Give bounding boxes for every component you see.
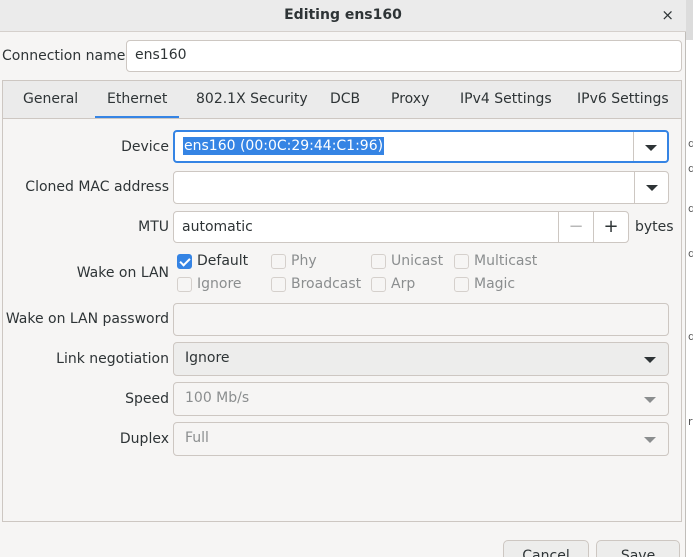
cloned-mac-combo[interactable] (173, 171, 669, 204)
connection-name-input[interactable]: ens160 (126, 40, 682, 72)
wol-password-input[interactable] (173, 303, 669, 336)
link-negotiation-value: Ignore (185, 350, 230, 366)
duplex-dropdown[interactable]: Full (173, 422, 669, 456)
wol-option-label: Broadcast (291, 276, 362, 292)
chevron-down-icon[interactable] (633, 132, 667, 161)
device-combo[interactable]: ens160 (00:0C:29:44:C1:96) (173, 130, 669, 163)
chevron-down-icon[interactable] (634, 172, 668, 203)
speed-label: Speed (125, 391, 169, 407)
wol-option-label: Unicast (391, 253, 444, 269)
checkbox-icon[interactable] (454, 254, 469, 269)
device-value[interactable]: ens160 (00:0C:29:44:C1:96) (183, 137, 385, 155)
window-title: Editing ens160 (284, 7, 402, 23)
speed-dropdown[interactable]: 100 Mb/s (173, 382, 669, 416)
duplex-label: Duplex (119, 431, 169, 447)
link-negotiation-label: Link negotiation (56, 351, 169, 367)
wol-option-label: Arp (391, 276, 416, 292)
cancel-button[interactable]: Cancel (503, 540, 589, 557)
checkbox-checked-icon[interactable] (177, 254, 192, 269)
link-negotiation-dropdown[interactable]: Ignore (173, 342, 669, 376)
edit-connection-dialog: Editing ens160 × Connection name ens160 … (0, 0, 686, 557)
background-window-text: d (688, 202, 693, 215)
tab-802-1x-security[interactable]: 802.1X Security (196, 91, 308, 107)
tab-general[interactable]: General (23, 91, 78, 107)
speed-value: 100 Mb/s (185, 390, 250, 406)
tab-proxy[interactable]: Proxy (391, 91, 429, 107)
device-label: Device (121, 139, 169, 155)
mtu-spinbutton[interactable]: automatic − + (173, 211, 629, 243)
duplex-value: Full (185, 430, 209, 446)
tab-ipv6-settings[interactable]: IPv6 Settings (577, 91, 669, 107)
tab-dcb[interactable]: DCB (330, 91, 360, 107)
wol-option-label: Magic (474, 276, 516, 292)
wol-option-label: Ignore (197, 276, 242, 292)
checkbox-icon[interactable] (454, 277, 469, 292)
background-window-text: r (688, 415, 693, 428)
cloned-mac-label: Cloned MAC address (25, 179, 169, 195)
ethernet-panel: Device ens160 (00:0C:29:44:C1:96) Cloned… (2, 118, 682, 522)
background-window-text: d (688, 330, 693, 343)
tab-bar: General Ethernet 802.1X Security DCB Pro… (2, 80, 682, 119)
checkbox-icon[interactable] (271, 254, 286, 269)
mtu-label: MTU (138, 219, 169, 235)
plus-icon[interactable]: + (593, 212, 628, 242)
wol-option-label: Multicast (474, 253, 538, 269)
mtu-value[interactable]: automatic (182, 219, 253, 235)
wol-option-label: Phy (291, 253, 317, 269)
checkbox-icon[interactable] (371, 277, 386, 292)
minus-icon[interactable]: − (558, 212, 593, 242)
tab-ipv4-settings[interactable]: IPv4 Settings (460, 91, 552, 107)
wake-on-lan-label: Wake on LAN (76, 265, 169, 281)
background-window-text: d (688, 162, 693, 175)
save-button[interactable]: Save (596, 540, 680, 557)
tab-ethernet[interactable]: Ethernet (94, 91, 180, 119)
connection-name-label: Connection name (2, 48, 126, 64)
mtu-unit: bytes (635, 219, 674, 235)
close-icon[interactable]: × (661, 6, 674, 24)
background-window-text: d (688, 137, 693, 150)
checkbox-icon[interactable] (271, 277, 286, 292)
background-window-text: d (688, 247, 693, 260)
wol-password-label: Wake on LAN password (5, 311, 169, 327)
checkbox-icon[interactable] (371, 254, 386, 269)
checkbox-icon[interactable] (177, 277, 192, 292)
wol-option-label: Default (197, 253, 249, 269)
titlebar[interactable]: Editing ens160 × (0, 0, 686, 32)
